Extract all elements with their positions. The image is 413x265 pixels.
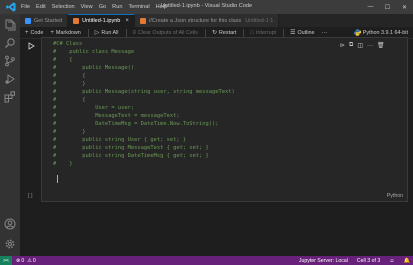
kernel-label: Python 3.9.1 64-bit <box>362 29 408 36</box>
feedback-icon[interactable]: ☺ <box>389 258 394 264</box>
vscode-logo-icon <box>6 2 16 12</box>
outline-icon: ☰ <box>290 30 296 36</box>
run-all-icon: ▷ <box>94 30 100 36</box>
restart-icon: ↻ <box>211 30 217 36</box>
tab-suffix: Untitled-1 1 <box>245 17 274 24</box>
vscode-tab-icon <box>25 17 31 24</box>
editor-tabs: Get Started Untitled-1.ipynb × //Create … <box>20 14 413 27</box>
cell-toolbar: ⊳ ⧉ ◫ ··· 🗑 <box>340 41 385 50</box>
code-line: # } <box>53 81 86 87</box>
source-control-icon[interactable] <box>4 55 16 67</box>
jupyter-server-status[interactable]: Jupyter Server: Local <box>299 258 348 264</box>
run-by-line-icon[interactable]: ⊳ <box>340 42 345 49</box>
split-cell-icon[interactable]: ⧉ <box>349 42 353 49</box>
text-cursor <box>57 175 58 183</box>
code-line: #C# Class <box>53 41 83 47</box>
run-debug-icon[interactable] <box>4 73 16 85</box>
status-bar: >< ⊗ 0 ⚠ 0 Jupyter Server: Local Cell 3 … <box>0 256 413 265</box>
tab-untitled-notebook[interactable]: Untitled-1.ipynb × <box>68 14 135 27</box>
menu-edit[interactable]: Edit <box>36 4 46 10</box>
code-line: # } <box>53 129 86 135</box>
menu-selection[interactable]: Selection <box>52 4 75 10</box>
code-line: # MessageText = messageText; <box>53 113 180 119</box>
code-line: # public Message(string user, string mes… <box>53 89 235 95</box>
plus-icon: + <box>25 29 29 36</box>
code-line: # { <box>53 57 73 63</box>
clear-all-icon: ≡ <box>132 29 137 36</box>
tab-get-started[interactable]: Get Started <box>20 14 69 27</box>
python-icon <box>353 29 361 36</box>
menu-file[interactable]: File <box>21 4 30 10</box>
code-line: # public string User { get; set; } <box>53 137 187 143</box>
toolbar-divider <box>283 28 285 37</box>
more-cell-actions-icon[interactable]: ··· <box>367 43 373 49</box>
minimize-button[interactable]: — <box>362 0 379 14</box>
add-code-cell-button[interactable]: + Code <box>25 30 43 36</box>
toolbar-divider <box>204 28 206 37</box>
toolbar-divider <box>87 28 89 37</box>
search-icon[interactable] <box>4 37 16 49</box>
close-tab-icon[interactable]: × <box>125 18 129 24</box>
menu-run[interactable]: Run <box>112 4 122 10</box>
delete-cell-icon[interactable]: 🗑 <box>377 42 385 49</box>
code-line: # public string MessageText { get; set; … <box>53 145 209 151</box>
problems-indicator[interactable]: ⊗ 0 ⚠ 0 <box>16 258 36 264</box>
add-markdown-cell-button[interactable]: + Markdown <box>50 30 80 36</box>
remote-indicator-icon[interactable]: >< <box>0 256 12 265</box>
accounts-icon[interactable] <box>4 218 16 230</box>
cell-language-label[interactable]: Python <box>387 193 403 199</box>
title-bar: File Edit Selection View Go Run Terminal… <box>0 0 413 14</box>
code-line: # { <box>53 73 86 79</box>
notebook-tab-icon <box>139 17 146 24</box>
outline-button[interactable]: ☰ Outline <box>290 29 314 37</box>
more-actions-button[interactable]: ··· <box>322 30 330 36</box>
code-line: # } <box>53 161 73 167</box>
clear-outputs-button[interactable]: ≡ Clear Outputs of All Cells <box>133 30 198 36</box>
close-window-button[interactable]: ✕ <box>396 0 413 14</box>
code-line: # DateTimeMsg = DateTime.Now.ToString(); <box>53 121 219 127</box>
settings-gear-icon[interactable] <box>4 238 16 250</box>
code-line: # public class Message <box>53 49 135 55</box>
menu-terminal[interactable]: Terminal <box>128 4 149 10</box>
maximize-button[interactable]: ☐ <box>379 0 396 14</box>
explorer-icon[interactable] <box>4 19 16 31</box>
code-line: # public Message() <box>53 65 135 71</box>
restart-kernel-button[interactable]: ↻ Restart <box>211 29 236 37</box>
menu-help[interactable]: Help <box>156 4 168 10</box>
toggle-cell-icon[interactable]: ◫ <box>357 42 363 49</box>
tab-label: Get Started <box>34 17 63 24</box>
menu-go[interactable]: Go <box>99 4 106 10</box>
execute-cell-icon[interactable] <box>27 42 35 50</box>
code-line: # User = user; <box>53 105 135 111</box>
tab-label: Untitled-1.ipynb <box>82 18 121 24</box>
toolbar-divider <box>125 28 127 37</box>
extensions-icon[interactable] <box>4 91 16 103</box>
run-all-button[interactable]: ▷ Run All <box>94 29 119 37</box>
tab-label: //Create a Json structure for this class <box>148 17 242 24</box>
warning-icon: ⚠ <box>27 257 32 264</box>
cell-position[interactable]: Cell 3 of 3 <box>357 258 380 264</box>
toolbar-divider <box>243 28 245 37</box>
code-line: # public string DateTimeMsg { get; set; … <box>53 153 209 159</box>
tab-create-json[interactable]: //Create a Json structure for this class… <box>134 14 280 27</box>
error-icon: ⊗ <box>16 257 21 264</box>
activity-bar <box>0 14 20 256</box>
more-icon: ··· <box>321 29 328 36</box>
execution-count: [ ] <box>28 193 33 199</box>
interrupt-icon: □ <box>250 29 254 36</box>
kernel-picker[interactable]: Python 3.9.1 64-bit <box>353 29 408 36</box>
code-cell-editor[interactable]: #C# Class # public class Message # { # p… <box>41 37 408 202</box>
notebook-tab-icon <box>73 18 80 24</box>
notifications-bell-icon[interactable]: 🔔 <box>404 258 410 264</box>
plus-icon: + <box>50 29 54 36</box>
menu-view[interactable]: View <box>81 4 93 10</box>
interrupt-kernel-button[interactable]: □ Interrupt <box>250 30 276 36</box>
code-line: # { <box>53 97 86 103</box>
